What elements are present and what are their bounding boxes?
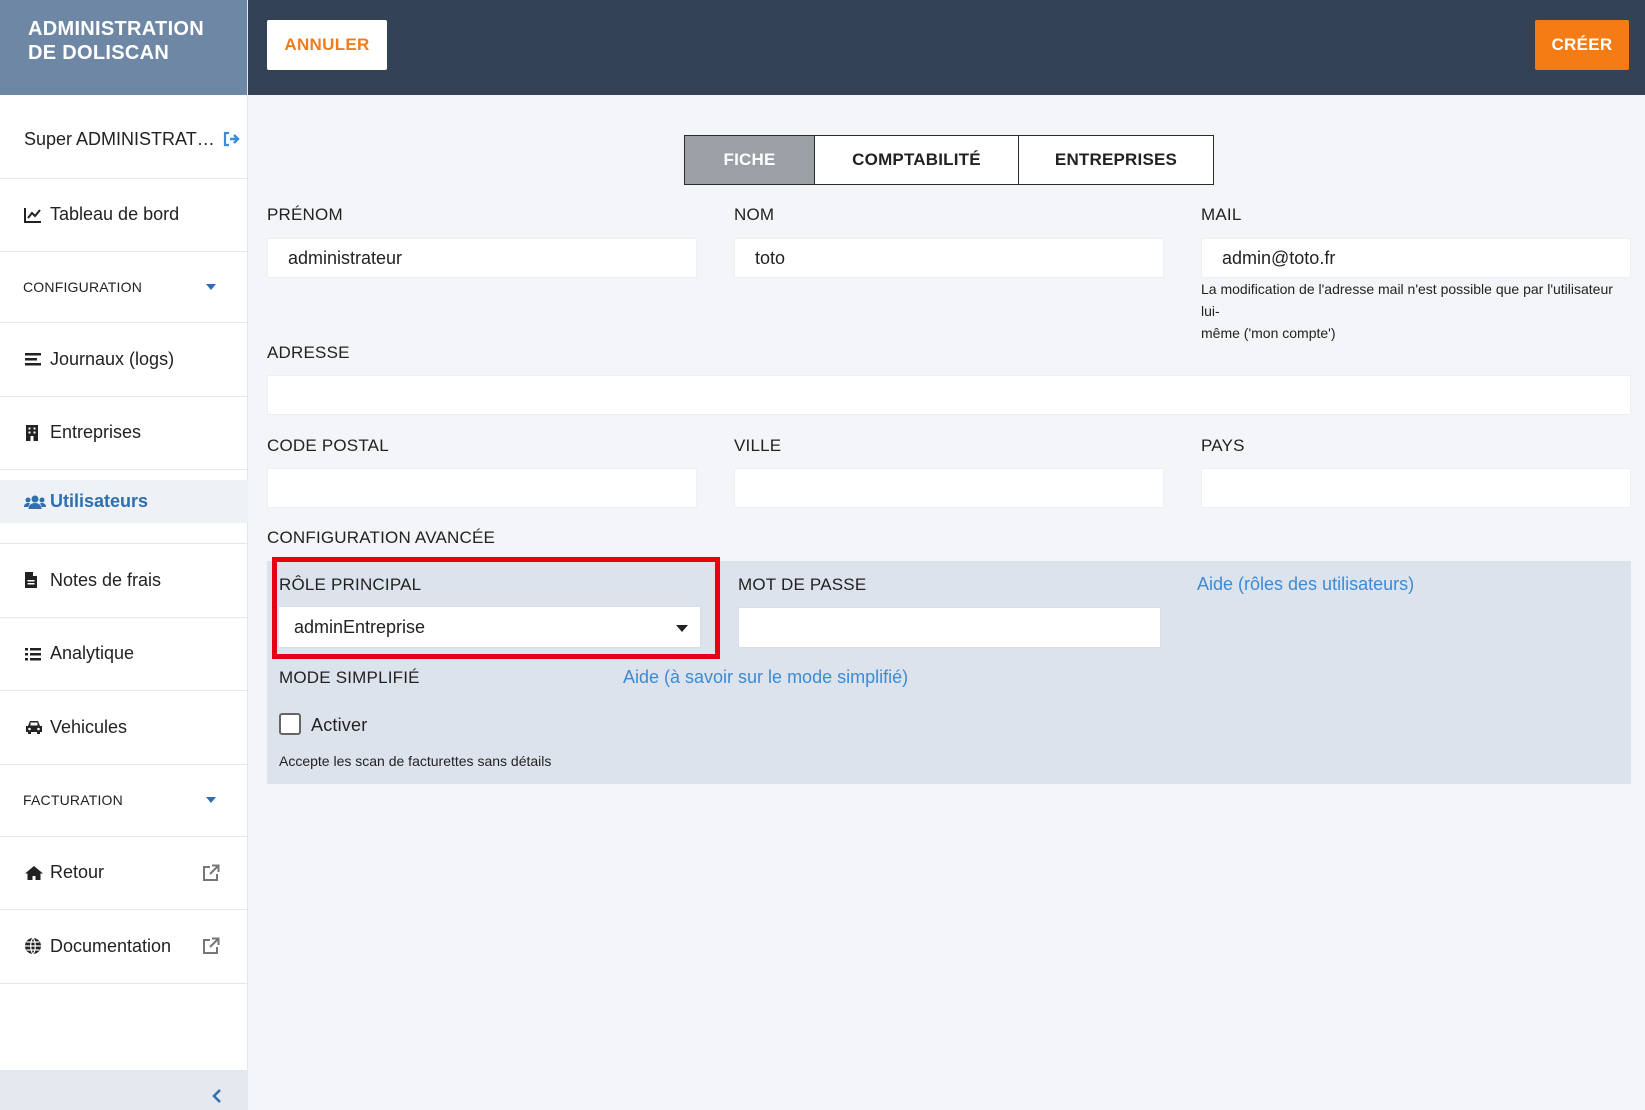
sidebar-item-analytics[interactable]: Analytique <box>0 617 248 690</box>
building-icon <box>24 423 46 443</box>
simple-mode-hint: Accepte les scan de facturettes sans dét… <box>279 753 552 769</box>
sidebar-item-expense-reports[interactable]: Notes de frais <box>0 543 248 617</box>
code-postal-label: CODE POSTAL <box>267 436 389 455</box>
users-icon <box>24 492 46 512</box>
sidebar-item-back[interactable]: Retour <box>0 836 248 909</box>
mail-label: MAIL <box>1201 205 1242 224</box>
advanced-config-title: CONFIGURATION AVANCÉE <box>267 528 496 547</box>
create-button[interactable]: CRÉER <box>1535 20 1629 70</box>
list-icon <box>24 644 46 664</box>
file-icon <box>24 570 46 590</box>
chevron-left-icon[interactable] <box>212 1088 222 1109</box>
tab-fiche[interactable]: FICHE <box>685 136 815 184</box>
external-link-icon <box>202 937 220 960</box>
tab-entreprises[interactable]: ENTREPRISES <box>1019 136 1213 184</box>
sidebar-item-logs[interactable]: Journaux (logs) <box>0 322 248 396</box>
simple-mode-label: MODE SIMPLIFIÉ <box>279 668 420 687</box>
home-icon <box>24 863 46 883</box>
help-roles-link[interactable]: Aide (rôles des utilisateurs) <box>1197 574 1414 595</box>
prenom-input[interactable]: administrateur <box>267 238 697 278</box>
sidebar: ADMINISTRATION DE DOLISCAN Super ADMINIS… <box>0 0 248 1110</box>
pays-input[interactable] <box>1201 468 1631 508</box>
logout-icon[interactable] <box>223 131 241 147</box>
nom-label: NOM <box>734 205 775 224</box>
prenom-label: PRÉNOM <box>267 205 343 224</box>
help-simple-mode-link[interactable]: Aide (à savoir sur le mode simplifié) <box>623 667 908 688</box>
activate-checkbox[interactable] <box>279 713 301 735</box>
sidebar-item-users[interactable]: Utilisateurs <box>0 480 248 523</box>
mail-hint: La modification de l'adresse mail n'est … <box>1201 281 1613 341</box>
sidebar-item-documentation[interactable]: Documentation <box>0 909 248 983</box>
nom-input[interactable]: toto <box>734 238 1164 278</box>
activate-label[interactable]: Activer <box>311 715 367 736</box>
globe-icon <box>24 936 46 956</box>
password-input[interactable] <box>738 607 1161 648</box>
tab-bar: FICHE COMPTABILITÉ ENTREPRISES <box>684 135 1214 185</box>
adresse-label: ADRESSE <box>267 343 350 362</box>
password-label: MOT DE PASSE <box>738 575 867 594</box>
mail-input[interactable]: admin@toto.fr <box>1201 238 1631 278</box>
sidebar-item-dashboard[interactable]: Tableau de bord <box>0 178 248 251</box>
car-icon <box>24 717 46 737</box>
adresse-input[interactable] <box>267 375 1631 415</box>
tab-comptabilite[interactable]: COMPTABILITÉ <box>815 136 1019 184</box>
sidebar-item-companies[interactable]: Entreprises <box>0 396 248 469</box>
chevron-down-icon <box>206 797 216 803</box>
user-account[interactable]: Super ADMINISTRAT… <box>0 100 248 178</box>
top-bar: ANNULER CRÉER <box>248 0 1645 95</box>
ville-label: VILLE <box>734 436 782 455</box>
user-name: Super ADMINISTRAT… <box>24 128 215 149</box>
role-highlight-box <box>272 557 720 659</box>
chevron-down-icon <box>206 283 216 290</box>
ville-input[interactable] <box>734 468 1164 508</box>
sidebar-section-billing[interactable]: FACTURATION <box>0 764 248 836</box>
sidebar-collapse-bar[interactable] <box>0 1070 248 1110</box>
app-title: ADMINISTRATION DE DOLISCAN <box>0 0 247 95</box>
chart-line-icon <box>24 205 46 225</box>
cancel-button[interactable]: ANNULER <box>267 20 387 70</box>
code-postal-input[interactable] <box>267 468 697 508</box>
list-lines-icon <box>24 349 46 369</box>
sidebar-item-vehicles[interactable]: Vehicules <box>0 690 248 764</box>
sidebar-section-configuration[interactable]: CONFIGURATION <box>0 251 248 322</box>
external-link-icon <box>202 864 220 887</box>
pays-label: PAYS <box>1201 436 1245 455</box>
